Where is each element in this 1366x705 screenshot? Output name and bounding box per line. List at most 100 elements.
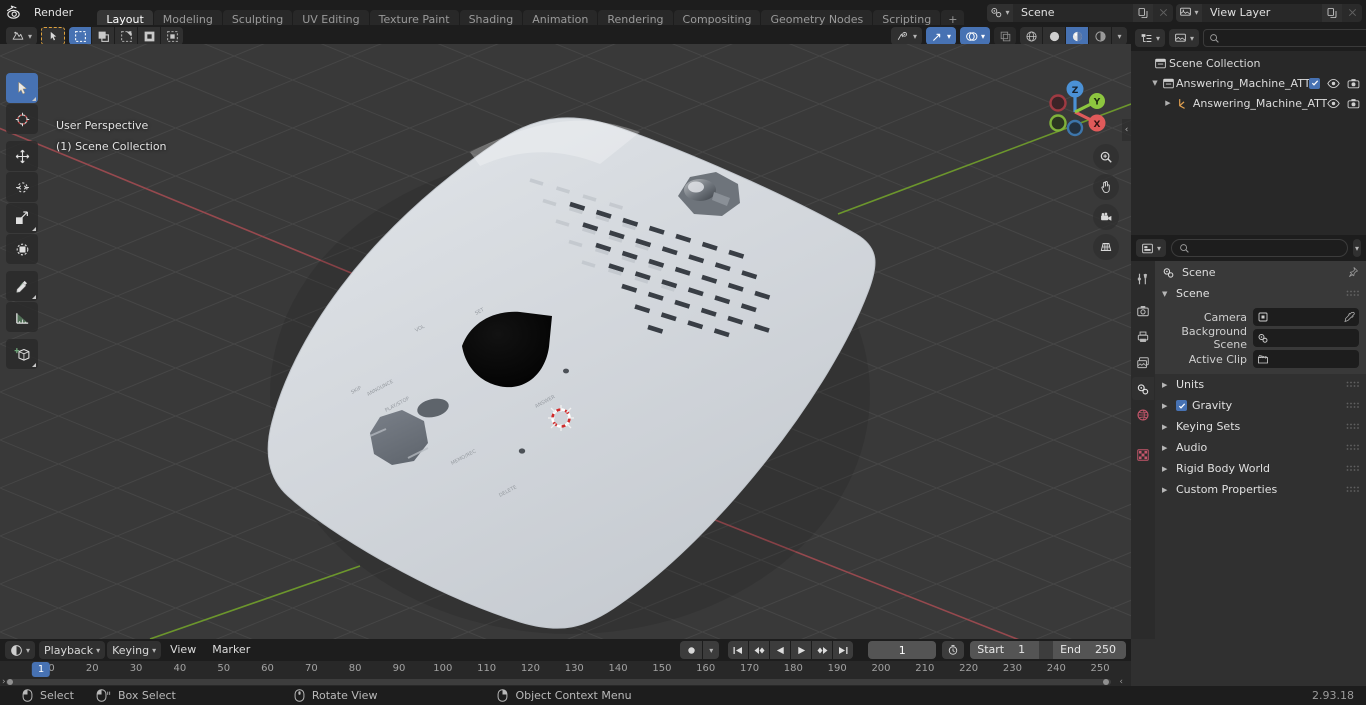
measure-tool-icon[interactable] (6, 302, 38, 332)
gizmo-icon[interactable]: ▾ (925, 27, 956, 45)
properties-panel-custom-properties[interactable]: ▶ Custom Properties (1155, 479, 1366, 500)
outliner-search-field[interactable] (1224, 31, 1366, 45)
menu-render[interactable]: Render (26, 3, 85, 22)
annotate-tool-icon[interactable] (6, 271, 38, 301)
jump-to-end-icon[interactable] (833, 641, 854, 659)
tweak-tool-icon[interactable] (41, 27, 66, 45)
disable-in-render-camera-icon[interactable] (1347, 98, 1360, 109)
unlink-x-icon[interactable] (1342, 3, 1362, 22)
use-preview-range-icon[interactable] (942, 641, 965, 659)
timeline-editor-icon[interactable]: ▾ (5, 641, 36, 659)
start-value[interactable]: 1 (1011, 641, 1039, 659)
properties-panel-units[interactable]: ▶ Units (1155, 374, 1366, 395)
orthographic-toggle-icon[interactable] (1093, 234, 1119, 260)
timeline-ruler[interactable]: 1020304050607080901001101201301401501601… (0, 661, 1131, 678)
scene-selector[interactable]: ▾ Scene (987, 3, 1173, 22)
editor-type-3dview-icon[interactable]: ▾ (6, 27, 38, 45)
play-icon[interactable] (791, 641, 812, 659)
outliner-display-mode-icon[interactable]: ▾ (1135, 29, 1166, 47)
select-extend-icon[interactable] (92, 27, 115, 45)
panel-drag-grip[interactable] (1346, 290, 1359, 298)
chevron-down-icon[interactable]: ▾ (703, 641, 720, 659)
scale-tool-icon[interactable] (6, 203, 38, 233)
material-preview-shading-icon[interactable] (1066, 27, 1088, 45)
disable-in-render-camera-icon[interactable] (1347, 78, 1360, 89)
overlays-icon[interactable]: ▾ (959, 27, 990, 45)
current-frame-field[interactable]: 1 (868, 641, 937, 659)
blender-logo-icon[interactable] (0, 0, 26, 25)
panel-drag-grip[interactable] (1346, 465, 1359, 473)
select-intersect-icon[interactable] (161, 27, 184, 45)
timeline-menu-marker[interactable]: Marker (205, 641, 257, 659)
properties-search-field[interactable] (1195, 241, 1341, 255)
end-value[interactable]: 250 (1088, 641, 1126, 659)
camera-view-icon[interactable] (1093, 204, 1119, 230)
scene-tab[interactable] (1132, 377, 1154, 400)
rendered-shading-icon[interactable] (1089, 27, 1111, 45)
panel-drag-grip[interactable] (1346, 444, 1359, 452)
panel-drag-grip[interactable] (1346, 381, 1359, 389)
move-tool-icon[interactable] (6, 141, 38, 171)
frame-range-fields[interactable]: Start 1 End 250 (970, 641, 1126, 659)
timeline-scrollbar[interactable]: ‹ › (0, 677, 1131, 687)
output-tab[interactable] (1132, 325, 1154, 348)
jump-to-start-icon[interactable] (728, 641, 749, 659)
property-value-field[interactable] (1253, 308, 1359, 326)
next-keyframe-icon[interactable] (812, 641, 833, 659)
select-invert-icon[interactable] (138, 27, 161, 45)
render-tab[interactable] (1132, 299, 1154, 322)
zoom-icon[interactable] (1093, 144, 1119, 170)
properties-search-input[interactable] (1171, 239, 1349, 257)
transform-tool-icon[interactable] (6, 234, 38, 264)
panel-drag-grip[interactable] (1346, 423, 1359, 431)
viewport-3d[interactable]: SET VOL SKIP ANNOUNCE PLAY/STOP MEMO/REC… (0, 44, 1131, 639)
gravity-checkbox[interactable] (1176, 400, 1187, 411)
unlink-x-icon[interactable] (1153, 3, 1173, 22)
play-reverse-icon[interactable] (770, 641, 791, 659)
panel-drag-grip[interactable] (1346, 486, 1359, 494)
add-cube-tool-icon[interactable] (6, 339, 38, 369)
eyedropper-icon[interactable] (1343, 311, 1355, 323)
properties-panel-keying-sets[interactable]: ▶ Keying Sets (1155, 416, 1366, 437)
world-tab[interactable] (1132, 403, 1154, 426)
property-value-field[interactable] (1253, 350, 1359, 368)
properties-panel-rigid-body-world[interactable]: ▶ Rigid Body World (1155, 458, 1366, 479)
solid-shading-icon[interactable] (1043, 27, 1065, 45)
outliner-search-input[interactable] (1203, 29, 1366, 47)
texture-tab[interactable] (1132, 443, 1154, 466)
exclude-checkbox[interactable] (1309, 77, 1320, 89)
panel-drag-grip[interactable] (1346, 402, 1359, 410)
timeline-menu-keying[interactable]: Keying ▾ (107, 641, 162, 659)
viewport-sidebar-toggle[interactable]: ‹ (1122, 119, 1131, 141)
chevron-right-icon[interactable]: ▶ (1161, 99, 1175, 107)
properties-panel-scene[interactable]: ▼ Scene (1155, 283, 1366, 304)
tweak-select-tool-icon[interactable] (6, 73, 38, 103)
select-box-icon[interactable] (69, 27, 92, 45)
outliner-viewlayer-icon[interactable]: ▾ (1169, 29, 1200, 47)
hide-in-viewport-eye-icon[interactable] (1327, 78, 1340, 89)
cursor-tool-icon[interactable] (6, 104, 38, 134)
properties-panel-gravity[interactable]: ▶ Gravity (1155, 395, 1366, 416)
outliner-row[interactable]: ▼ Answering_Machine_ATT_Wh (1131, 73, 1366, 93)
properties-panel-audio[interactable]: ▶ Audio (1155, 437, 1366, 458)
properties-editor-icon[interactable]: ▾ (1136, 239, 1167, 257)
timeline-menu-view[interactable]: View (163, 641, 203, 659)
new-copy-icon[interactable] (1133, 3, 1153, 22)
timeline-playhead[interactable]: 1 (31, 662, 51, 677)
pin-icon[interactable] (1347, 266, 1359, 278)
viewlayer-selector[interactable]: ▾ View Layer (1176, 3, 1362, 22)
tool-tab[interactable] (1132, 267, 1154, 290)
timeline-menu-playback[interactable]: Playback ▾ (39, 641, 106, 659)
viewlayer-name[interactable]: View Layer (1202, 3, 1322, 22)
navigation-gizmo[interactable]: Z Y X (1037, 74, 1113, 150)
properties-options-chevron-icon[interactable]: ▾ (1353, 239, 1361, 257)
object-types-visibility-icon[interactable]: ▾ (890, 27, 922, 45)
auto-keying-record-icon[interactable] (680, 641, 703, 659)
prev-keyframe-icon[interactable] (749, 641, 770, 659)
wireframe-shading-icon[interactable] (1020, 27, 1042, 45)
scene-name[interactable]: Scene (1013, 3, 1133, 22)
outliner-row[interactable]: ▶ Answering_Machine_ATT (1131, 93, 1366, 113)
outliner-row[interactable]: Scene Collection (1131, 53, 1366, 73)
select-subtract-icon[interactable] (115, 27, 138, 45)
hide-in-viewport-eye-icon[interactable] (1327, 98, 1340, 109)
